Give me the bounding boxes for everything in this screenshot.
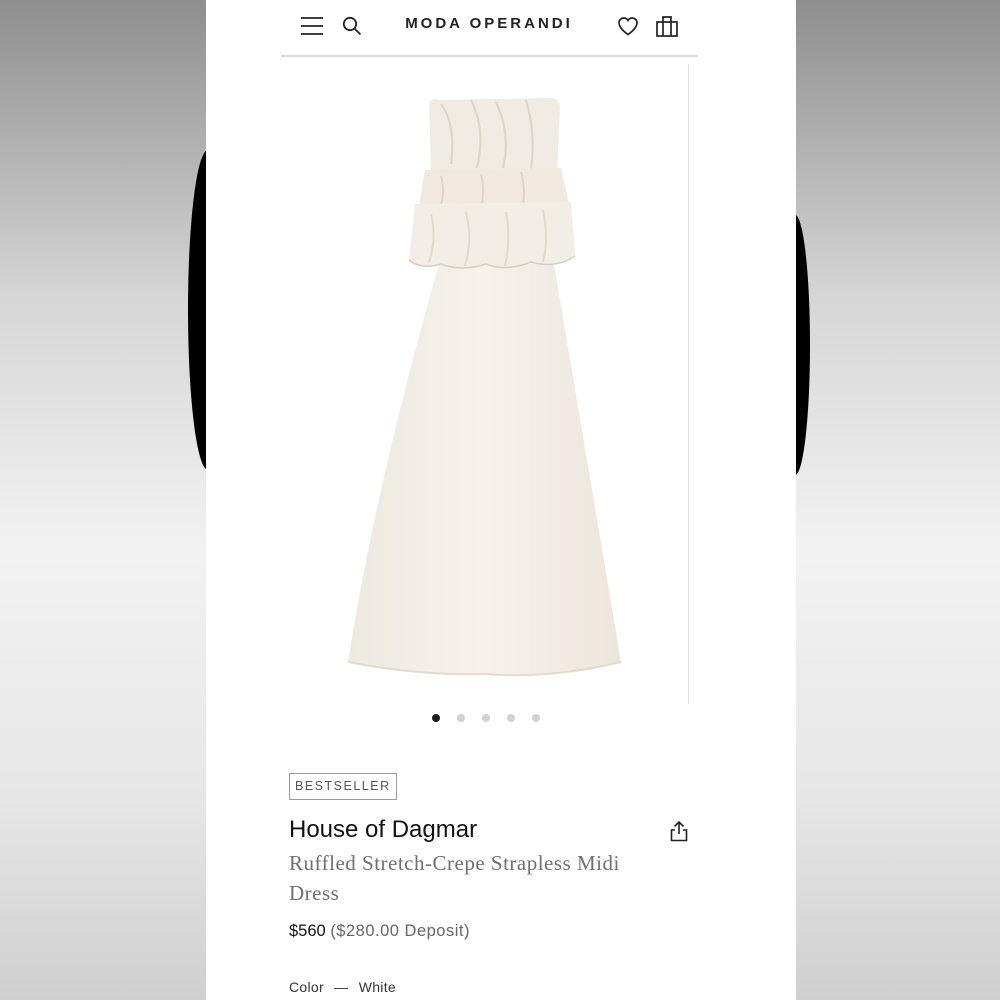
price-row: $560 ($280.00 Deposit)	[289, 922, 470, 941]
heart-icon[interactable]	[614, 12, 642, 40]
product-name: Ruffled Stretch-Crepe Strapless Midi Dre…	[289, 851, 620, 905]
shopping-bag-icon[interactable]	[653, 12, 681, 40]
product-brand[interactable]: House of Dagmar	[289, 816, 477, 844]
pagination-dot[interactable]	[482, 714, 490, 722]
bestseller-badge: BESTSELLER	[289, 773, 397, 800]
color-value: White	[358, 979, 396, 995]
share-icon[interactable]	[666, 818, 692, 844]
product-page: MODA OPERANDI BESTSELLER House of Dagmar…	[206, 0, 796, 1000]
color-separator: —	[334, 979, 349, 995]
pagination-dot[interactable]	[532, 714, 540, 722]
search-icon[interactable]	[338, 12, 366, 40]
product-image	[347, 98, 622, 677]
hamburger-menu-icon[interactable]	[298, 12, 326, 40]
deposit-amount: ($280.00 Deposit)	[330, 922, 470, 940]
pagination-dot[interactable]	[507, 714, 515, 722]
site-logo[interactable]: MODA OPERANDI	[404, 15, 574, 32]
site-header: MODA OPERANDI	[281, 0, 698, 57]
gallery-pagination	[432, 714, 540, 722]
pagination-dot[interactable]	[432, 714, 440, 722]
color-label: Color	[289, 979, 324, 995]
product-price: $560	[289, 922, 326, 940]
color-selector: Color — White	[289, 979, 402, 995]
gallery-next-image-edge	[688, 64, 689, 704]
pagination-dot[interactable]	[457, 714, 465, 722]
product-image-gallery[interactable]	[281, 64, 691, 704]
